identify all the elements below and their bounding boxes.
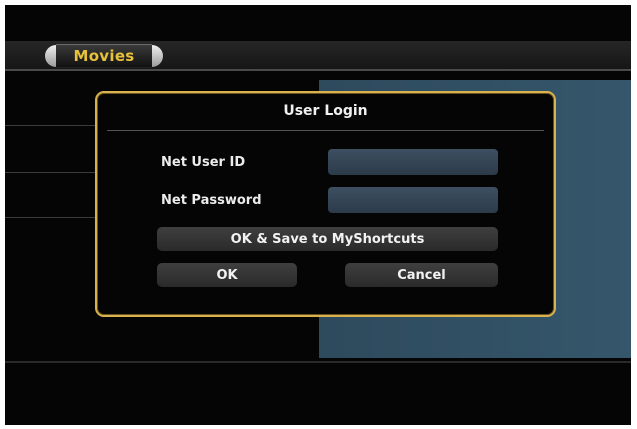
footer-divider: [5, 361, 631, 363]
menu-divider: [5, 125, 97, 126]
dialog-title: User Login: [283, 103, 368, 119]
net-password-input[interactable]: [328, 187, 498, 213]
net-user-id-label: Net User ID: [161, 155, 246, 170]
net-password-label: Net Password: [161, 193, 262, 208]
tv-screen: Movies User Login Net User ID Net Passwo…: [5, 5, 631, 425]
ok-save-to-myshortcuts-button[interactable]: OK & Save to MyShortcuts: [157, 227, 498, 251]
tab-movies[interactable]: Movies: [45, 44, 163, 68]
user-login-dialog: User Login Net User ID Net Password OK &…: [95, 91, 556, 317]
dialog-title-divider: [107, 130, 544, 131]
menu-divider: [5, 217, 97, 218]
net-user-id-input[interactable]: [328, 149, 498, 175]
tab-right-cap-icon: [152, 45, 163, 67]
menu-divider: [5, 172, 97, 173]
header-divider: [5, 69, 631, 71]
cancel-button[interactable]: Cancel: [345, 263, 498, 287]
tab-left-cap-icon: [45, 45, 56, 67]
ok-button[interactable]: OK: [157, 263, 297, 287]
tab-movies-label: Movies: [56, 44, 152, 68]
